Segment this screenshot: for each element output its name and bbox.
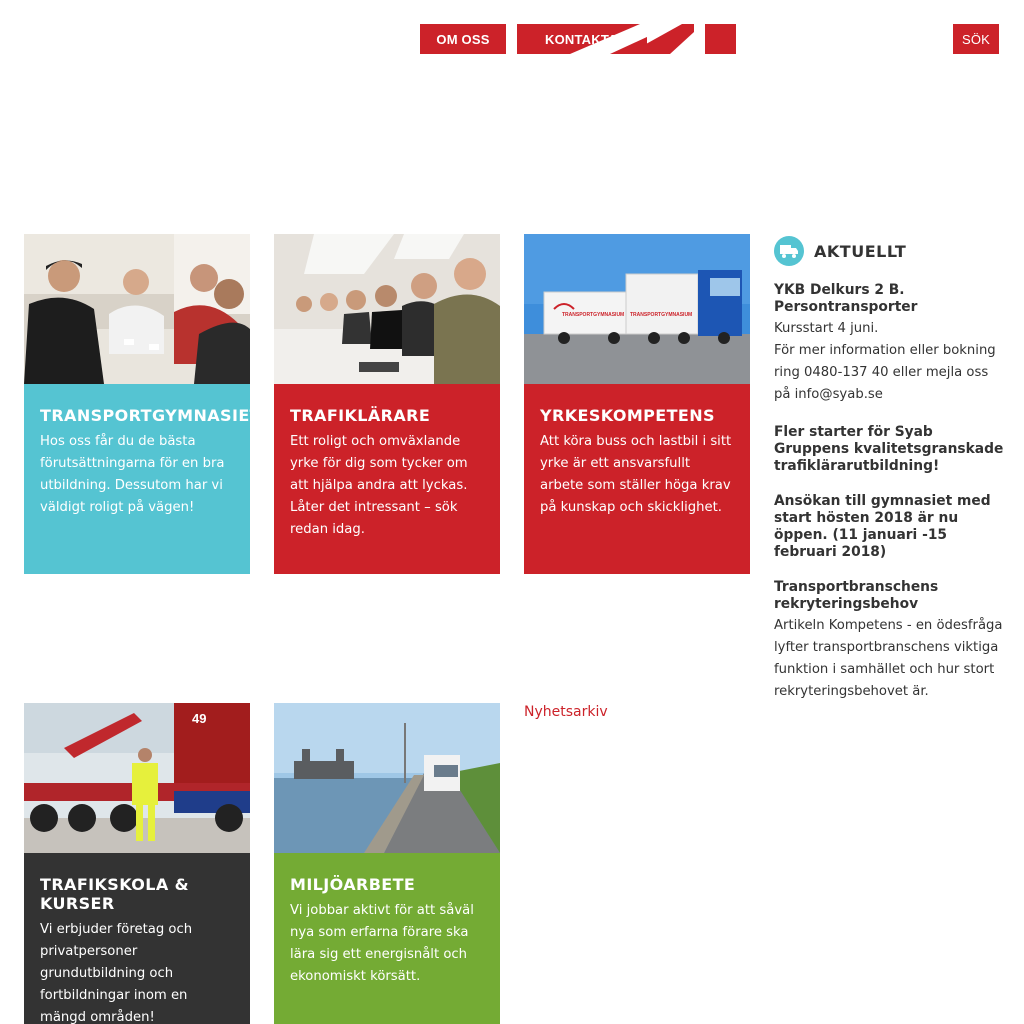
card-trafikskola-kurser[interactable]: 49 TRAFIKSKOLA & KURSER Vi erbjuder före… (24, 703, 250, 1024)
news-text: Kursstart 4 juni. För mer information el… (774, 321, 996, 402)
card-title: TRANSPORTGYMNASIET (40, 406, 250, 425)
card-title: TRAFIKLÄRARE (290, 406, 431, 425)
classroom-image (274, 234, 500, 384)
container-truck-image: 49 (24, 703, 250, 853)
news-title: Fler starter för Syab Gruppens kvalitets… (774, 424, 1004, 474)
news-text: Artikeln Kompetens - en ödesfråga lyfter… (774, 618, 1003, 699)
card-text: Vi erbjuder företag och privatpersoner g… (40, 922, 193, 1024)
aktuellt-header: AKTUELLT (774, 236, 1006, 266)
card-text: Att köra buss och lastbil i sitt yrke är… (540, 434, 732, 515)
news-item[interactable]: YKB Delkurs 2 B. Persontransporter Kurss… (774, 282, 1006, 406)
trailer-label: TRANSPORTGYMNASIUM (630, 312, 692, 318)
search-button[interactable]: SÖK (953, 24, 999, 54)
news-title: Ansökan till gymnasiet med start hösten … (774, 493, 991, 560)
truck-with-trailers-image: TRANSPORTGYMNASIUM TRANSPORTGYMNASIUM (524, 234, 750, 384)
card-miljoarbete[interactable]: MILJÖARBETE Vi jobbar aktivt för att såv… (274, 703, 500, 1024)
brand-logo-shapes (570, 24, 736, 54)
card-title: YRKESKOMPETENS (540, 406, 715, 425)
news-item[interactable]: Ansökan till gymnasiet med start hösten … (774, 493, 1006, 561)
news-title: Transportbranschens rekryteringsbehov (774, 579, 939, 612)
nav-about-button[interactable]: OM OSS (420, 24, 506, 54)
card-yrkeskompetens[interactable]: TRANSPORTGYMNASIUM TRANSPORTGYMNASIUM YR… (524, 234, 750, 574)
news-item[interactable]: Transportbranschens rekryteringsbehov Ar… (774, 579, 1006, 703)
card-text: Ett roligt och omväxlande yrke för dig s… (290, 434, 468, 537)
news-item[interactable]: Fler starter för Syab Gruppens kvalitets… (774, 424, 1006, 475)
news-archive-link[interactable]: Nyhetsarkiv (524, 704, 608, 720)
students-playing-cards-image (24, 234, 250, 384)
card-text: Vi jobbar aktivt för att såväl nya som e… (290, 903, 474, 984)
castle-road-truck-image (274, 703, 500, 853)
truck-icon (774, 236, 804, 266)
news-title: YKB Delkurs 2 B. Persontransporter (774, 282, 918, 315)
aktuellt-heading: AKTUELLT (814, 241, 907, 261)
card-transportgymnasiet[interactable]: TRANSPORTGYMNASIET Hos oss får du de bäs… (24, 234, 250, 574)
aktuellt-news-panel: AKTUELLT YKB Delkurs 2 B. Persontranspor… (774, 236, 1006, 721)
card-title: MILJÖARBETE (290, 875, 416, 894)
card-trafiklarare[interactable]: TRAFIKLÄRARE Ett roligt och omväxlande y… (274, 234, 500, 574)
container-number: 49 (192, 711, 206, 726)
card-text: Hos oss får du de bästa förutsättningarn… (40, 434, 225, 515)
trailer-label: TRANSPORTGYMNASIUM (562, 312, 624, 318)
card-title: TRAFIKSKOLA & KURSER (40, 875, 190, 913)
